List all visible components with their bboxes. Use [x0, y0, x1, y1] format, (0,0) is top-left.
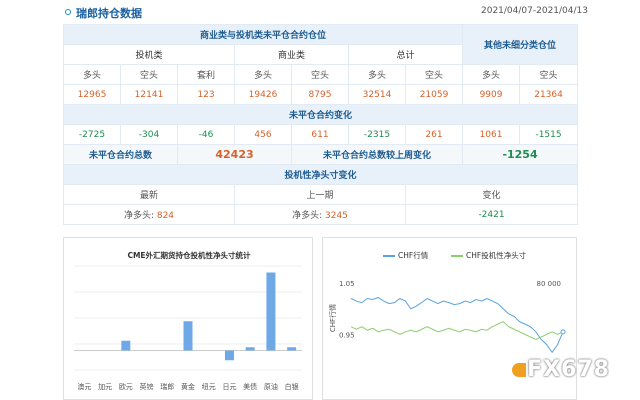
- spec-previous: 净多头: 3245: [234, 204, 406, 225]
- page-header: 瑞郎持仓数据 2021/04/07-2021/04/13: [0, 0, 640, 24]
- date-range: 2021/04/07-2021/04/13: [481, 6, 588, 16]
- x-tick-label: 纽元: [202, 382, 216, 391]
- value-cell: 8795: [291, 84, 349, 105]
- spec-change-value: -2421: [404, 204, 579, 225]
- bar: [183, 321, 193, 351]
- section-other: 其他未细分类仓位: [462, 24, 579, 65]
- spec-latest-value: 824: [156, 211, 175, 221]
- y-tick-label: 1.05: [339, 280, 355, 288]
- net-position-bar-panel: CME外汇期货持仓投机性净头寸统计 澳元 加元 欧元 英镑 瑞郎 黄金 纽元 日元 美债 原油 白银: [63, 237, 313, 400]
- spec-col-previous: 上一期: [234, 184, 406, 205]
- section-speculative-net: 投机性净头寸变化: [62, 164, 579, 185]
- positions-table: 商业类与投机类未平仓合约仓位 其他未细分类仓位 投机类 商业类 总计 多头 空头…: [62, 24, 579, 225]
- col-header: 套利: [177, 64, 235, 85]
- spec-latest: 净多头: 824: [63, 204, 235, 225]
- spec-col-change: 变化: [404, 184, 579, 205]
- spec-prev-value: 3245: [325, 211, 348, 221]
- change-cell: 611: [291, 124, 349, 145]
- spec-col-latest: 最新: [63, 184, 235, 205]
- value-cell: 21059: [404, 84, 464, 105]
- series-line: [350, 296, 564, 354]
- x-tick-label: 原油: [264, 382, 278, 391]
- value-cell: 123: [177, 84, 235, 105]
- change-cell: 1061: [462, 124, 521, 145]
- watermark-text: FX678: [527, 357, 610, 382]
- change-cell: -304: [120, 124, 178, 145]
- col-header: 多头: [462, 64, 521, 85]
- col-header: 多头: [234, 64, 292, 85]
- change-cell: 261: [404, 124, 464, 145]
- x-tick-label: 美债: [243, 382, 257, 391]
- oi-change-label: 未平仓合约总数较上周变化: [290, 144, 464, 165]
- col-header: 空头: [519, 64, 579, 85]
- y-tick-label: 0.95: [339, 331, 355, 339]
- x-tick-label: 日元: [222, 383, 236, 391]
- col-header: 空头: [291, 64, 349, 85]
- bar-chart: 澳元 加元 欧元 英镑 瑞郎 黄金 纽元 日元 美债 原油 白银: [74, 265, 302, 391]
- bar: [287, 347, 297, 351]
- logo-half-circle-icon: [512, 363, 527, 377]
- value-cell: 21364: [519, 84, 579, 105]
- col-header: 多头: [63, 64, 121, 85]
- y-right-tick-label: 80 000: [537, 280, 562, 288]
- x-tick-label: 白银: [285, 382, 299, 391]
- change-cell: -2725: [63, 124, 121, 145]
- total-oi-value: 42423: [177, 144, 292, 165]
- col-header: 空头: [120, 64, 178, 85]
- spec-latest-label: 净多头:: [123, 211, 154, 221]
- change-cell: -1515: [519, 124, 579, 145]
- spec-prev-label: 净多头:: [292, 211, 323, 221]
- col-header: 空头: [404, 64, 464, 85]
- page-title: 瑞郎持仓数据: [76, 7, 142, 20]
- value-cell: 9909: [462, 84, 521, 105]
- total-oi-label: 未平仓合约总数: [63, 144, 178, 165]
- x-tick-label: 欧元: [119, 382, 133, 391]
- bar: [224, 350, 234, 361]
- x-tick-label: 瑞郎: [160, 382, 174, 391]
- col-header: 多头: [348, 64, 406, 85]
- y-axis-label: CHF行情: [328, 304, 337, 332]
- x-tick-label: 加元: [98, 382, 112, 391]
- change-cell: -46: [177, 124, 235, 145]
- x-tick-label: 黄金: [181, 382, 195, 391]
- change-cell: -2315: [348, 124, 406, 145]
- value-cell: 19426: [234, 84, 292, 105]
- bar: [121, 340, 131, 351]
- value-cell: 12965: [63, 84, 121, 105]
- x-tick-label: 英镑: [140, 382, 154, 391]
- section-change: 未平仓合约变化: [62, 104, 579, 125]
- series-line: [350, 320, 564, 341]
- watermark-logo: FX678: [512, 357, 610, 382]
- section-noncommercial: 商业类与投机类未平仓合约仓位: [62, 24, 464, 45]
- x-tick-label: 澳元: [77, 382, 91, 391]
- bar: [266, 272, 276, 351]
- group-total: 总计: [347, 44, 464, 65]
- title-bullet-icon: [65, 9, 71, 15]
- bar: [245, 347, 255, 351]
- group-commercial: 商业类: [234, 44, 349, 65]
- change-cell: 456: [234, 124, 292, 145]
- oi-change-value: -1254: [462, 144, 579, 165]
- value-cell: 12141: [120, 84, 178, 105]
- group-speculative: 投机类: [63, 44, 235, 65]
- endpoint-marker: [560, 329, 566, 335]
- value-cell: 32514: [348, 84, 406, 105]
